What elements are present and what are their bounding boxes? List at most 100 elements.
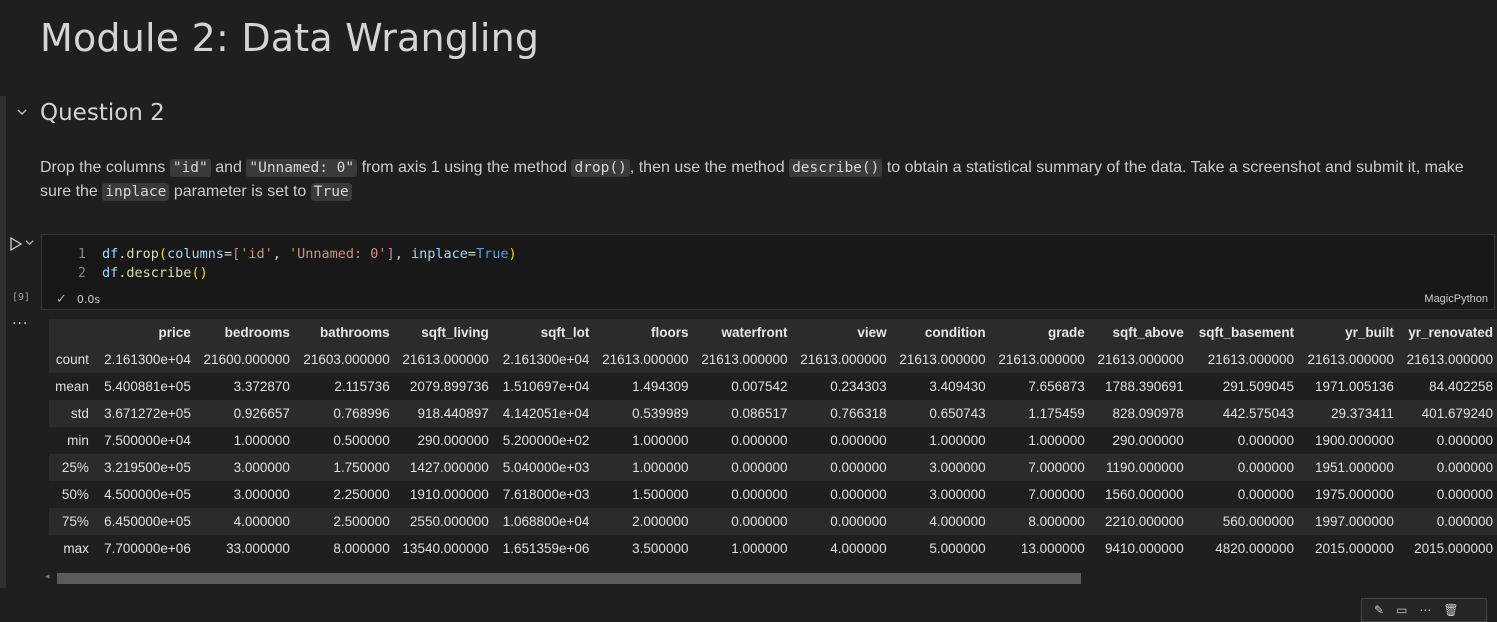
table-cell: 5.200000e+02 — [502, 433, 590, 448]
table-cell: 2015.000000 — [1414, 541, 1493, 556]
table-cell: 1.651359e+06 — [502, 541, 590, 556]
edit-icon[interactable]: ✎ — [1374, 603, 1384, 617]
scrollbar-thumb[interactable] — [57, 573, 1081, 584]
table-cell: 0.000000 — [731, 433, 788, 448]
inline-code: describe() — [789, 159, 883, 177]
table-cell: 0.000000 — [830, 514, 887, 529]
column-header: yr_built — [1345, 325, 1394, 340]
cell-focus-bar — [0, 96, 6, 588]
table-cell: 33.000000 — [226, 541, 290, 556]
table-cell: 7.000000 — [1028, 487, 1085, 502]
table-cell: 1.494309 — [632, 379, 689, 394]
table-cell: 21613.000000 — [402, 352, 489, 367]
code-token: describe — [126, 265, 192, 281]
table-cell: 0.000000 — [1436, 514, 1493, 529]
check-icon: ✓ — [56, 292, 67, 307]
table-cell: 3.409430 — [929, 379, 986, 394]
column-header: sqft_above — [1112, 325, 1184, 340]
horizontal-scrollbar[interactable]: ◂ — [41, 570, 1497, 586]
table-cell: 2015.000000 — [1315, 541, 1394, 556]
execution-count: [9] — [12, 292, 31, 303]
table-row: std 3.671272e+05 0.926657 0.768996 918.44089… — [49, 400, 1497, 427]
split-icon[interactable]: ▭ — [1396, 603, 1407, 617]
table-cell: 1.000000 — [1028, 433, 1085, 448]
table-cell: 21613.000000 — [1307, 352, 1394, 367]
code-editor[interactable]: 1 df.drop(columns=['id', 'Unnamed: 0'], i… — [41, 234, 1495, 310]
scroll-left-arrow-icon[interactable]: ◂ — [45, 572, 50, 582]
question-description: Drop the columns "id" and "Unnamed: 0" f… — [40, 156, 1470, 204]
code-line[interactable]: 1 df.drop(columns=['id', 'Unnamed: 0'], i… — [42, 245, 517, 264]
table-cell: 1997.000000 — [1315, 514, 1394, 529]
table-cell: 1.750000 — [333, 460, 390, 475]
code-token: = — [467, 246, 477, 262]
table-cell: 21613.000000 — [1207, 352, 1295, 367]
column-header: sqft_lot — [540, 325, 590, 340]
row-label: max — [63, 541, 89, 556]
line-number: 1 — [77, 246, 86, 262]
table-cell: 1975.000000 — [1315, 487, 1394, 502]
code-token: 'Unnamed: 0' — [289, 246, 387, 262]
table-cell: 21603.000000 — [303, 352, 390, 367]
table-cell: 2.161300e+04 — [502, 352, 590, 367]
table-cell: 13540.000000 — [402, 541, 489, 556]
description-text: and — [210, 159, 247, 176]
table-cell: 21600.000000 — [203, 352, 290, 367]
table-cell: 84.402258 — [1429, 379, 1493, 394]
table-cell: 3.000000 — [233, 460, 290, 475]
code-token: = — [223, 246, 233, 262]
table-cell: 3.671272e+05 — [104, 406, 191, 421]
table-cell: 1190.000000 — [1105, 460, 1184, 475]
table-cell: 3.000000 — [233, 487, 290, 502]
collapse-chevron-icon[interactable] — [14, 104, 30, 124]
table-cell: 1.000000 — [632, 460, 689, 475]
more-icon[interactable]: ⋯ — [1419, 603, 1431, 617]
table-cell: 2.161300e+04 — [104, 352, 191, 367]
language-label[interactable]: MagicPython — [1424, 293, 1488, 305]
table-row: mean 5.400881e+05 3.372870 2.115736 2079.899… — [49, 373, 1497, 400]
row-label: std — [70, 406, 89, 421]
table-cell: 1.000000 — [929, 433, 986, 448]
code-token: 'id' — [240, 246, 273, 262]
output-more-icon[interactable]: ··· — [12, 316, 28, 332]
table-cell: 4.500000e+05 — [104, 487, 191, 502]
table-cell: 1.068800e+04 — [502, 514, 590, 529]
code-line[interactable]: 2 df.describe() — [42, 264, 208, 283]
column-header: yr_renovated — [1408, 325, 1493, 340]
table-cell: 0.000000 — [731, 487, 788, 502]
execution-time: 0.0s — [76, 293, 101, 306]
table-cell: 5.040000e+03 — [502, 460, 590, 475]
describe-table: price bedrooms bathrooms sqft_living sqft_lo… — [49, 319, 1497, 562]
table-cell: 5.000000 — [929, 541, 986, 556]
inline-code: True — [310, 183, 352, 201]
table-cell: 7.656873 — [1028, 379, 1085, 394]
table-cell: 0.007542 — [731, 379, 788, 394]
table-cell: 3.000000 — [929, 487, 986, 502]
table-cell: 4.000000 — [929, 514, 986, 529]
row-label: 50% — [61, 487, 89, 502]
table-cell: 2.000000 — [632, 514, 689, 529]
row-label: mean — [55, 379, 89, 394]
table-cell: 0.086517 — [731, 406, 788, 421]
table-cell: 1971.005136 — [1315, 379, 1394, 394]
table-cell: 4.142051e+04 — [502, 406, 590, 421]
inline-code: drop() — [571, 159, 630, 177]
table-cell: 7.618000e+03 — [502, 487, 590, 502]
section-title: Question 2 — [40, 100, 165, 126]
code-token: () — [191, 265, 208, 281]
table-cell: 828.090978 — [1112, 406, 1184, 421]
table-cell: 0.000000 — [1436, 460, 1493, 475]
description-text: from axis 1 using the method — [357, 159, 572, 176]
column-header: waterfront — [721, 325, 788, 340]
table-cell: 1.000000 — [731, 541, 788, 556]
output-table-container: price bedrooms bathrooms sqft_living sqft_lo… — [49, 319, 1497, 563]
table-cell: 442.575043 — [1222, 406, 1295, 421]
table-cell: 0.000000 — [731, 460, 788, 475]
column-header — [49, 319, 95, 346]
table-cell: 8.000000 — [333, 541, 390, 556]
table-cell: 290.000000 — [417, 433, 489, 448]
run-options-chevron-icon[interactable] — [25, 237, 34, 250]
table-cell: 560.000000 — [1222, 514, 1295, 529]
delete-icon[interactable]: 🗑 — [1443, 603, 1458, 617]
play-icon[interactable] — [9, 236, 23, 252]
table-cell: 9410.000000 — [1104, 541, 1184, 556]
